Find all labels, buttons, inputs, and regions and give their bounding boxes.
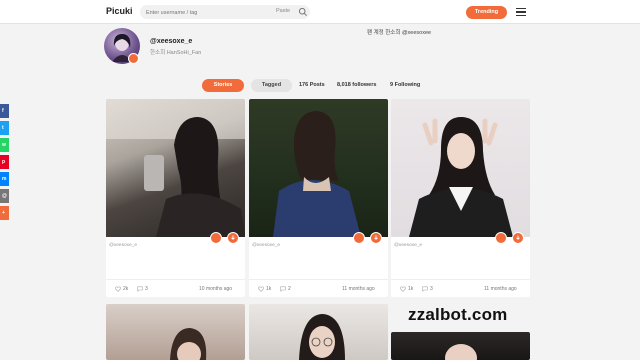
post-card[interactable] [249,304,388,360]
card-divider [249,279,388,280]
post-time: 10 months ago [199,286,233,292]
top-bar: Picuki Paste Trending [0,0,640,24]
profile-bio: 팬 계정 한소희 @xeesoxee [367,30,432,36]
paste-button[interactable]: Paste [276,8,290,14]
likes-count: 1k [408,286,414,292]
likes-count: 2k [123,286,129,292]
email-icon[interactable]: @ [0,189,9,203]
tab-stories[interactable]: Stories [202,79,244,92]
search-input[interactable] [146,8,266,17]
download-icon[interactable] [495,232,507,244]
site-logo[interactable]: Picuki [106,6,133,16]
post-photo[interactable] [249,99,388,237]
tab-tagged[interactable]: Tagged [251,79,292,92]
comments-count: 3 [430,286,433,292]
pinterest-icon[interactable]: p [0,155,9,169]
post-author[interactable]: @xeesoxe_e [109,243,137,248]
comments-count: 2 [288,286,291,292]
heart-icon [115,286,121,292]
download-icon[interactable] [210,232,222,244]
card-divider [106,279,245,280]
post-photo[interactable] [106,99,245,237]
likes-count: 1k [266,286,272,292]
facebook-icon[interactable]: f [0,104,9,118]
profile-full-name: 한소희 HanSoHi_Fan [150,50,202,56]
messenger-icon[interactable]: m [0,172,9,186]
download-arrow-icon[interactable] [227,232,239,244]
trending-button[interactable]: Trending [466,6,507,19]
hamburger-menu-icon[interactable] [516,8,526,16]
post-card[interactable]: @xeesoxe_e 1k 2 11 months ago [249,99,388,297]
profile-username: @xeesoxe_e [150,38,193,45]
search-icon[interactable] [298,7,308,17]
search-box[interactable]: Paste [140,5,310,19]
download-arrow-icon[interactable] [512,232,524,244]
post-author[interactable]: @xeesoxe_e [394,243,422,248]
download-icon[interactable] [353,232,365,244]
comment-icon [280,286,286,292]
heart-icon [258,286,264,292]
share-icon[interactable]: + [0,206,9,220]
camera-badge-icon [128,53,139,64]
post-author[interactable]: @xeesoxe_e [252,243,280,248]
post-photo[interactable] [391,99,530,237]
post-card[interactable]: @xeesoxe_e 1k 3 11 months ago [391,99,530,297]
post-time: 11 months ago [484,286,517,292]
comment-icon [137,286,143,292]
download-arrow-icon[interactable] [370,232,382,244]
followers-count: 8,018 followers [337,82,377,88]
heart-icon [400,286,406,292]
posts-count: 176 Posts [299,82,325,88]
card-divider [391,279,530,280]
post-card[interactable] [391,332,530,360]
watermark: zzalbot.com [408,305,508,324]
comments-count: 3 [145,286,148,292]
post-card[interactable]: @xeesoxe_e 2k 3 10 months ago [106,99,245,297]
comment-icon [422,286,428,292]
following-count: 9 Following [390,82,421,88]
post-card[interactable] [106,304,245,360]
post-time: 11 months ago [342,286,375,292]
twitter-icon[interactable]: t [0,121,9,135]
whatsapp-icon[interactable]: w [0,138,9,152]
